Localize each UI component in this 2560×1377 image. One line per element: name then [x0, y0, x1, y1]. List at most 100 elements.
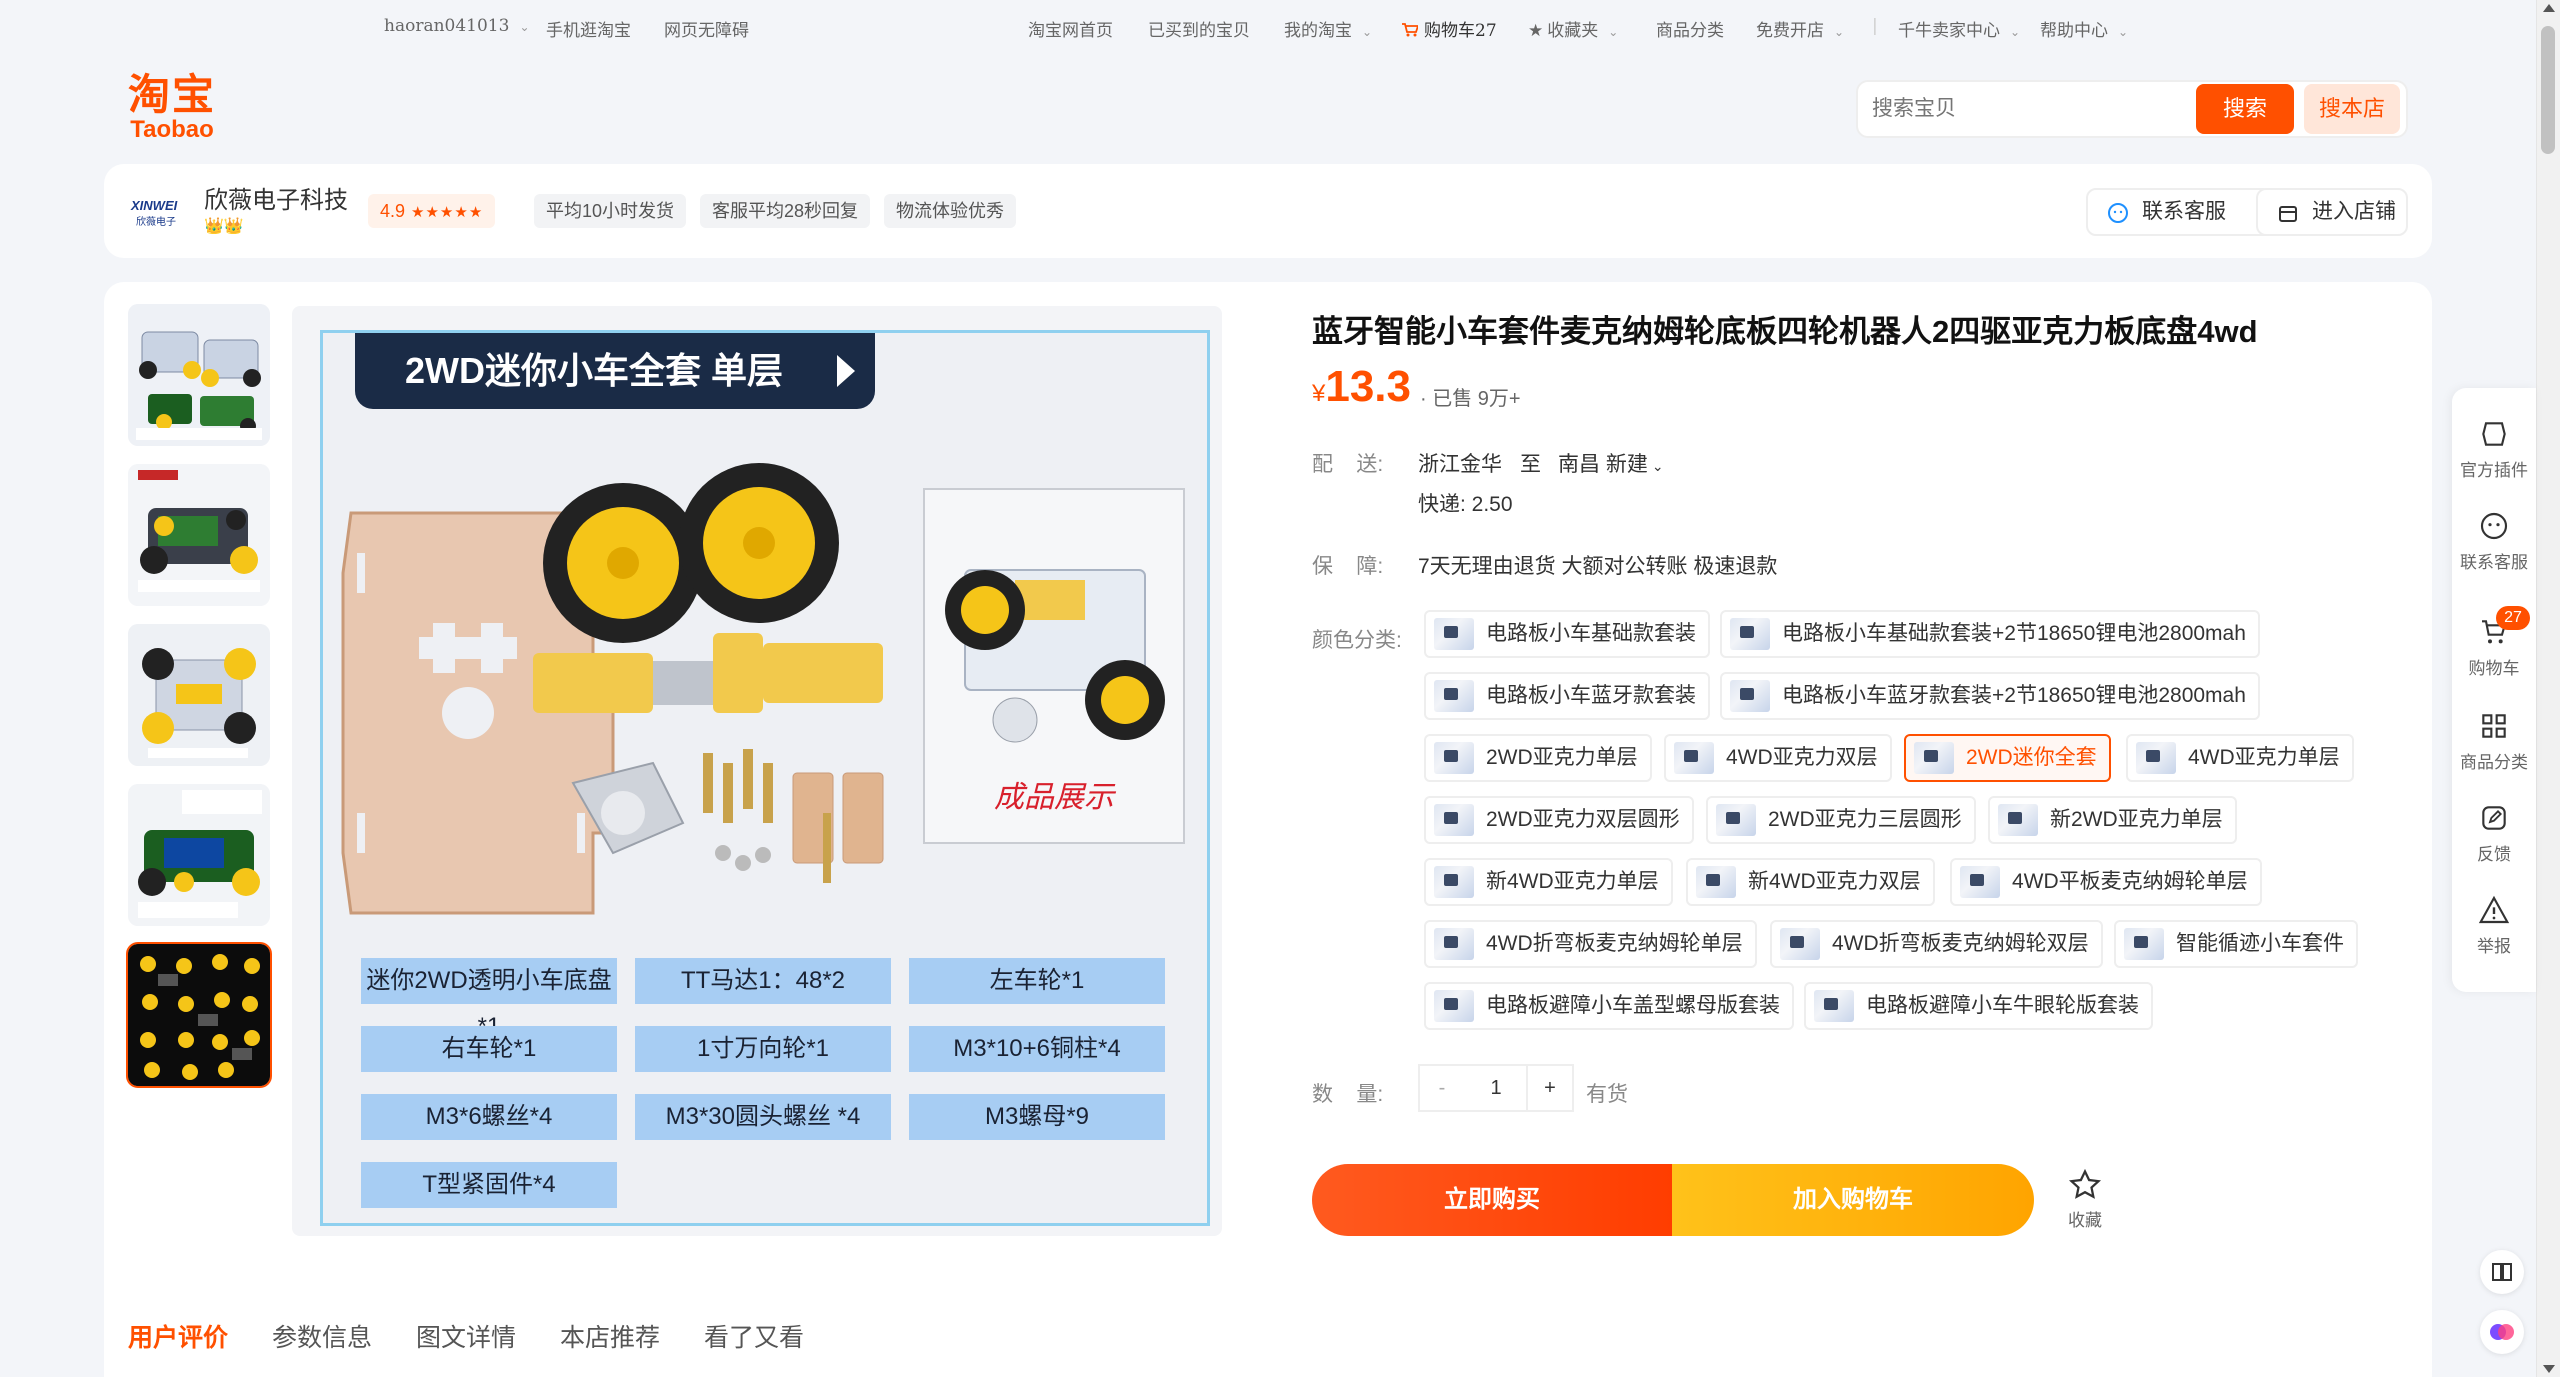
sku-option[interactable]: 2WD亚克力三层圆形 [1706, 796, 1976, 844]
product-thumbnail-selected[interactable] [126, 942, 272, 1088]
quantity-increase-button[interactable]: + [1526, 1064, 1574, 1112]
option-thumbnail [1434, 804, 1474, 836]
sku-option[interactable]: 新4WD亚克力双层 [1686, 858, 1935, 906]
book-icon[interactable] [2480, 1250, 2524, 1294]
sidebar-plugin[interactable]: 官方插件 [2452, 418, 2536, 481]
sku-option-selected[interactable]: 2WD迷你全套 [1904, 734, 2111, 782]
cart-link[interactable]: 购物车27 [1402, 16, 1497, 41]
option-thumbnail [1674, 742, 1714, 774]
product-thumbnail[interactable] [128, 784, 270, 926]
search-shop-button[interactable]: 搜本店 [2304, 84, 2400, 134]
mobile-link[interactable]: 手机逛淘宝 [546, 16, 631, 41]
sku-option[interactable]: 新2WD亚克力单层 [1988, 796, 2237, 844]
tab-details[interactable]: 图文详情 [416, 1318, 516, 1354]
tab-reviews[interactable]: 用户评价 [128, 1318, 228, 1354]
part-label: M3*30圆头螺丝 *4 [635, 1094, 891, 1140]
sku-option[interactable]: 新4WD亚克力单层 [1424, 858, 1673, 906]
quantity-input[interactable]: 1 [1464, 1064, 1528, 1112]
sku-option[interactable]: 4WD亚克力双层 [1664, 734, 1892, 782]
product-thumbnail[interactable] [128, 304, 270, 446]
taobao-logo[interactable]: 淘宝 Taobao [128, 72, 216, 142]
store-tag: 物流体验优秀 [884, 194, 1016, 228]
option-label: 2WD亚克力三层圆形 [1768, 808, 1962, 831]
categories-link[interactable]: 商品分类 [1656, 16, 1724, 41]
sku-option[interactable]: 电路板避障小车牛眼轮版套装 [1804, 982, 2153, 1030]
main-product-image[interactable]: 2WD迷你小车全套 单层 成品展示 迷你2WD透明小车底盘*1 TT马达1：48… [292, 306, 1222, 1236]
search-button[interactable]: 搜索 [2196, 84, 2294, 134]
option-thumbnail [1434, 680, 1474, 712]
buy-now-button[interactable]: 立即购买 [1312, 1164, 1672, 1236]
product-thumbnail[interactable] [128, 464, 270, 606]
username-link[interactable]: haoran041013 ⌄ [384, 16, 530, 36]
sku-option[interactable]: 4WD亚克力单层 [2126, 734, 2354, 782]
option-thumbnail [1780, 928, 1820, 960]
sku-option[interactable]: 2WD亚克力单层 [1424, 734, 1652, 782]
svg-text:欣薇电子: 欣薇电子 [136, 215, 176, 228]
scrollbar-thumb[interactable] [2541, 26, 2555, 154]
part-label: TT马达1：48*2 [635, 958, 891, 1004]
search-input[interactable] [1872, 94, 2202, 124]
price-value: 13.3 [1325, 362, 1411, 411]
part-label: 右车轮*1 [361, 1026, 617, 1072]
sku-option[interactable]: 4WD平板麦克纳姆轮单层 [1950, 858, 2262, 906]
scroll-down-icon[interactable] [2543, 1365, 2555, 1373]
sidebar-service[interactable]: 联系客服 [2452, 510, 2536, 573]
tab-params[interactable]: 参数信息 [272, 1318, 372, 1354]
bought-link[interactable]: 已买到的宝贝 [1148, 16, 1250, 41]
part-label: M3*6螺丝*4 [361, 1094, 617, 1140]
tab-also-viewed[interactable]: 看了又看 [704, 1318, 804, 1354]
favorite-button[interactable]: 收藏 [2060, 1168, 2110, 1231]
thumbnail-image [128, 464, 270, 606]
ship-to-selector[interactable]: 南昌 新建 ⌄ [1558, 448, 1664, 478]
enter-store-button[interactable]: 进入店铺 [2256, 188, 2408, 236]
sku-option[interactable]: 电路板小车蓝牙款套装 [1424, 672, 1710, 720]
sku-option[interactable]: 电路板避障小车盖型螺母版套装 [1424, 982, 1794, 1030]
store-logo[interactable]: XINWEI 欣薇电子 [130, 194, 190, 230]
tab-recommend[interactable]: 本店推荐 [560, 1318, 660, 1354]
home-link[interactable]: 淘宝网首页 [1028, 16, 1113, 41]
product-thumbnail[interactable] [128, 624, 270, 766]
add-to-cart-button[interactable]: 加入购物车 [1672, 1164, 2034, 1236]
sidebar-label: 商品分类 [2460, 753, 2528, 772]
banner-text: 2WD迷你小车全套 单层 [405, 350, 784, 391]
finished-showcase: 成品展示 [923, 488, 1185, 844]
my-taobao-link[interactable]: 我的淘宝 ⌄ [1284, 16, 1372, 41]
sku-option[interactable]: 2WD亚克力双层圆形 [1424, 796, 1694, 844]
crown-icon: 👑👑 [204, 218, 244, 235]
accessibility-link[interactable]: 网页无障碍 [664, 16, 749, 41]
store-icon [2279, 206, 2297, 222]
svg-text:XINWEI: XINWEI [130, 198, 178, 213]
store-name[interactable]: 欣薇电子科技 [204, 180, 348, 215]
sidebar-categories[interactable]: 商品分类 [2452, 710, 2536, 773]
free-shop-link[interactable]: 免费开店 ⌄ [1756, 16, 1844, 41]
page-scrollbar[interactable] [2536, 0, 2560, 1377]
book-icon-glyph [2492, 1263, 2512, 1281]
assistant-icon-glyph [2490, 1324, 2514, 1340]
sku-option[interactable]: 电路板小车基础款套装 [1424, 610, 1710, 658]
option-thumbnail [1914, 742, 1954, 774]
option-thumbnail [1434, 990, 1474, 1022]
sku-option[interactable]: 4WD折弯板麦克纳姆轮双层 [1770, 920, 2103, 968]
sku-option[interactable]: 4WD折弯板麦克纳姆轮单层 [1424, 920, 1757, 968]
favorites-link[interactable]: ★ 收藏夹 ⌄ [1528, 16, 1618, 41]
option-label: 电路板小车基础款套装 [1486, 622, 1696, 645]
contact-service-button[interactable]: 联系客服 [2086, 188, 2272, 236]
part-label: 1寸万向轮*1 [635, 1026, 891, 1072]
sku-option[interactable]: 电路板小车蓝牙款套装+2节18650锂电池2800mah [1720, 672, 2260, 720]
help-link[interactable]: 帮助中心 ⌄ [2040, 16, 2128, 41]
sidebar-report[interactable]: 举报 [2452, 894, 2536, 957]
option-label: 智能循迹小车套件 [2176, 932, 2344, 955]
cart-icon [1402, 23, 1418, 37]
sku-option[interactable]: 电路板小车基础款套装+2节18650锂电池2800mah [1720, 610, 2260, 658]
sidebar-feedback[interactable]: 反馈 [2452, 802, 2536, 865]
chevron-down-icon: ⌄ [2118, 25, 2129, 39]
scroll-up-icon[interactable] [2543, 4, 2555, 12]
sidebar-cart[interactable]: 27 购物车 [2452, 606, 2536, 679]
enter-store-label: 进入店铺 [2312, 200, 2396, 223]
quantity-decrease-button[interactable]: - [1418, 1064, 1466, 1112]
top-nav: haoran041013 ⌄ 手机逛淘宝 网页无障碍 淘宝网首页 已买到的宝贝 我… [0, 0, 2536, 56]
assistant-icon[interactable] [2480, 1310, 2524, 1354]
price-symbol: ¥ [1312, 380, 1326, 407]
seller-center-link[interactable]: 千牛卖家中心 ⌄ [1898, 16, 2020, 41]
sku-option[interactable]: 智能循迹小车套件 [2114, 920, 2358, 968]
